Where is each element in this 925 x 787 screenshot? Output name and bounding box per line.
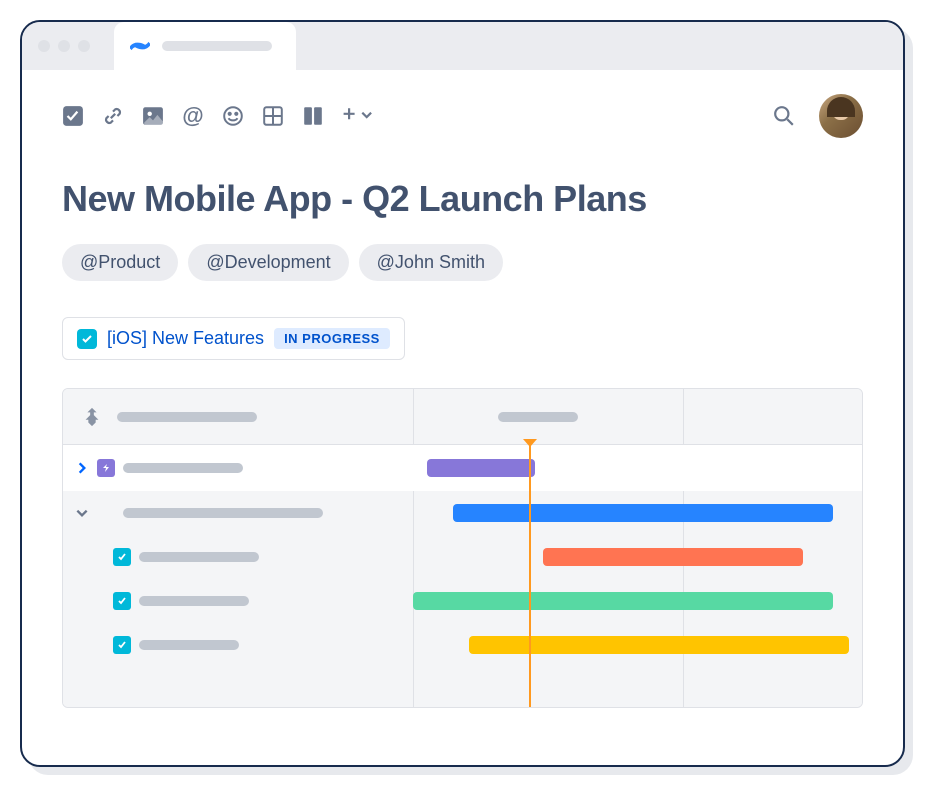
user-avatar[interactable] [819, 94, 863, 138]
task-icon [113, 548, 131, 566]
roadmap-row[interactable] [63, 623, 862, 667]
image-button[interactable] [142, 105, 164, 127]
header-right [773, 94, 863, 138]
minimize-window[interactable] [58, 40, 70, 52]
mention-button[interactable]: @ [182, 105, 204, 127]
timeline-label-placeholder [498, 412, 578, 422]
mention-pill[interactable]: @John Smith [359, 244, 503, 281]
roadmap-row[interactable] [63, 445, 862, 491]
chevron-down-icon[interactable] [75, 506, 89, 520]
roadmap-macro[interactable] [62, 388, 863, 708]
gantt-bar[interactable] [469, 636, 849, 654]
jira-issue-card[interactable]: [iOS] New Features IN PROGRESS [62, 317, 405, 360]
gantt-bar[interactable] [453, 504, 833, 522]
browser-tab[interactable] [114, 22, 296, 70]
tab-title-placeholder [162, 41, 272, 51]
layout-button[interactable] [302, 105, 324, 127]
mention-pill[interactable]: @Development [188, 244, 348, 281]
maximize-window[interactable] [78, 40, 90, 52]
today-line [529, 445, 531, 707]
page-title: New Mobile App - Q2 Launch Plans [62, 178, 863, 220]
titlebar [22, 22, 903, 70]
task-title-placeholder [139, 640, 239, 650]
action-item-button[interactable] [62, 105, 84, 127]
table-button[interactable] [262, 105, 284, 127]
page-content: @ New Mobile Ap [22, 70, 903, 765]
epic-title-placeholder [123, 508, 323, 518]
close-window[interactable] [38, 40, 50, 52]
task-title-placeholder [139, 552, 259, 562]
confluence-logo-icon [130, 36, 150, 56]
chevron-right-icon[interactable] [75, 461, 89, 475]
app-window: @ New Mobile Ap [20, 20, 905, 767]
roadmap-row[interactable] [63, 535, 862, 579]
gantt-bar[interactable] [427, 459, 535, 477]
roadmap-expanded-section [63, 491, 862, 707]
task-title-placeholder [139, 596, 249, 606]
window-controls [38, 40, 90, 52]
search-button[interactable] [773, 105, 795, 127]
task-icon [113, 636, 131, 654]
gantt-bar[interactable] [413, 592, 833, 610]
roadmap-row[interactable] [63, 491, 862, 535]
roadmap-header [63, 389, 862, 445]
task-type-icon [77, 329, 97, 349]
toolbar-row: @ [62, 94, 863, 138]
epic-title-placeholder [123, 463, 243, 473]
jira-logo-icon [81, 406, 103, 428]
task-title: [iOS] New Features [107, 328, 264, 349]
mention-pill[interactable]: @Product [62, 244, 178, 281]
status-badge: IN PROGRESS [274, 328, 390, 349]
roadmap-title-placeholder [117, 412, 257, 422]
gantt-bar[interactable] [543, 548, 803, 566]
insert-more-button[interactable] [342, 105, 376, 127]
editor-toolbar: @ [62, 105, 376, 127]
task-icon [113, 592, 131, 610]
epic-icon [97, 459, 115, 477]
link-button[interactable] [102, 105, 124, 127]
mentions-row: @Product @Development @John Smith [62, 244, 863, 281]
emoji-button[interactable] [222, 105, 244, 127]
roadmap-row[interactable] [63, 579, 862, 623]
